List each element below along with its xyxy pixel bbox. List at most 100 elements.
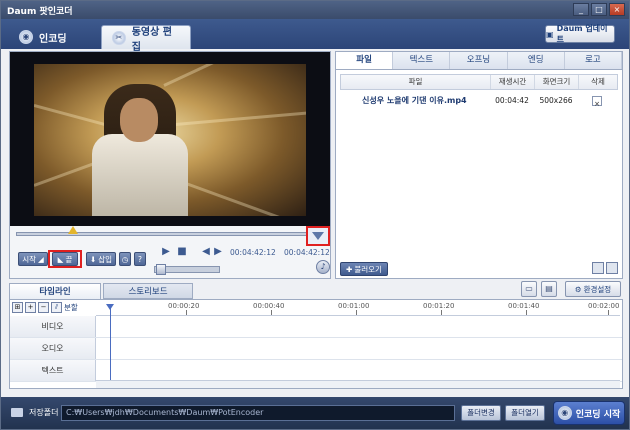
file-name: 신성우 노을에 기댄 이유.mp4	[362, 96, 467, 105]
tab-storyboard[interactable]: 스토리보드	[103, 283, 193, 299]
end-marker-icon	[312, 232, 324, 240]
end-flag-icon: ◣	[57, 254, 64, 264]
save-folder-label: 저장폴더	[11, 407, 58, 418]
update-icon: ▣	[546, 29, 554, 39]
timeline-scrollbar[interactable]	[96, 380, 620, 388]
clock-icon: ◷	[121, 254, 129, 264]
help-label: ?	[138, 254, 142, 264]
end-label: 끝	[65, 254, 73, 264]
start-encoding-label: 인코딩 시작	[575, 409, 621, 420]
col-size: 화면크기	[535, 75, 579, 89]
timeline-area: ⊞ + − ⫽ 분할 00:00:20 00:00:40 00:01:00 00…	[9, 299, 623, 389]
tab-encoding-label: 인코딩	[39, 33, 67, 45]
col-file: 파일	[341, 75, 491, 89]
speaker-icon[interactable]: ♪	[316, 260, 330, 274]
position-slider-knob[interactable]	[156, 264, 166, 275]
col-duration: 재생시간	[491, 75, 535, 89]
track-label: 비디오	[10, 316, 96, 337]
save-folder-text: 저장폴더	[29, 408, 59, 417]
split-icon: ⫽	[51, 302, 62, 313]
ruler-tick: 00:01:20	[423, 302, 455, 310]
file-duration: 00:04:42	[495, 96, 529, 105]
start-encoding-button[interactable]: ◉ 인코딩 시작	[553, 401, 625, 425]
timeline-playhead[interactable]	[106, 304, 114, 388]
encode-start-icon: ◉	[557, 406, 572, 420]
title-bar: Daum 팟인코더 _ □ ×	[1, 1, 629, 19]
delete-cell: ×	[578, 94, 616, 108]
minimize-button[interactable]: _	[573, 3, 589, 16]
next-frame-icon[interactable]: ▶	[212, 246, 224, 258]
playback-controls: 시작 ◢ ◣ 끝 ⬇ 삽입 ◷ ? ▶ ■ ◀ ▶ 00:04:42:12 00…	[16, 246, 330, 276]
prev-frame-icon[interactable]: ◀	[200, 246, 212, 258]
video-preview-panel: 시작 ◢ ◣ 끝 ⬇ 삽입 ◷ ? ▶ ■ ◀ ▶ 00:04:42:12 00…	[9, 51, 331, 279]
fit-icon[interactable]: ⊞	[12, 302, 23, 313]
video-frame-image	[34, 64, 306, 216]
folder-small-icon	[11, 408, 23, 417]
end-point-button[interactable]: ◣ 끝	[52, 252, 78, 266]
total-time: 00:04:42:12	[284, 248, 330, 257]
flag-icon: ◢	[38, 254, 44, 264]
start-marker-icon[interactable]	[68, 226, 78, 234]
clock-button[interactable]: ◷	[119, 252, 131, 266]
current-time: 00:04:42:12	[230, 248, 276, 257]
window-title: Daum 팟인코더	[7, 7, 73, 17]
seek-bar[interactable]	[16, 232, 316, 236]
start-point-button[interactable]: 시작 ◢	[18, 252, 48, 266]
close-button[interactable]: ×	[609, 3, 625, 16]
stop-icon[interactable]: ■	[176, 246, 188, 258]
folder-icon[interactable]: ▭	[521, 281, 537, 297]
video-viewport	[10, 52, 330, 226]
ruler-tick: 00:01:40	[508, 302, 540, 310]
zoom-in-icon[interactable]: +	[25, 302, 36, 313]
gear-icon: ⚙	[574, 284, 582, 294]
open-folder-button[interactable]: 폴더열기	[505, 405, 545, 421]
settings-button[interactable]: ⚙ 환경설정	[565, 281, 621, 297]
ruler-tick: 00:00:40	[253, 302, 285, 310]
split-button[interactable]: ⫽ 분할	[51, 302, 78, 313]
timeline-tools: ⊞ + − ⫽ 분할	[12, 302, 78, 313]
daum-update-button[interactable]: ▣ Daum 업데이트	[545, 24, 615, 44]
tab-ending[interactable]: 엔딩	[508, 52, 565, 69]
time-ruler[interactable]: 00:00:20 00:00:40 00:01:00 00:01:20 00:0…	[96, 300, 620, 316]
tab-file[interactable]: 파일	[336, 52, 394, 69]
track-video[interactable]: › 비디오	[10, 316, 622, 338]
save-path-field[interactable]: C:₩Users₩jdh₩Documents₩Daum₩PotEncoder	[61, 405, 455, 421]
grid-view-icon[interactable]	[606, 262, 618, 274]
help-button[interactable]: ?	[134, 252, 146, 266]
track-label: 텍스트	[10, 360, 96, 381]
ruler-tick: 00:02:00	[588, 302, 620, 310]
maximize-button[interactable]: □	[591, 3, 607, 16]
change-folder-button[interactable]: 폴더변경	[461, 405, 501, 421]
window-controls: _ □ ×	[573, 3, 625, 16]
ruler-tick: 00:00:20	[168, 302, 200, 310]
ruler-tick: 00:01:00	[338, 302, 370, 310]
tab-timeline[interactable]: 타임라인	[9, 283, 101, 299]
bottom-bar: 저장폴더 C:₩Users₩jdh₩Documents₩Daum₩PotEnco…	[1, 397, 629, 429]
tab-video-edit[interactable]: ✂ 동영상 편집	[101, 25, 191, 53]
load-file-button[interactable]: ✚ 불러오기	[340, 262, 388, 276]
play-icon[interactable]: ▶	[160, 246, 172, 258]
tab-opening[interactable]: 오프닝	[450, 52, 508, 69]
main-tab-bar: ◉ 인코딩 ✂ 동영상 편집 ▣ Daum 업데이트	[1, 19, 629, 53]
table-row[interactable]: 신성우 노을에 기댄 이유.mp4 00:04:42 500x266 ×	[340, 94, 618, 108]
zoom-out-icon[interactable]: −	[38, 302, 49, 313]
start-label: 시작	[22, 254, 37, 264]
load-file-label: 불러오기	[354, 264, 382, 274]
list-view-icon[interactable]	[592, 262, 604, 274]
tab-logo[interactable]: 로고	[565, 52, 623, 69]
tab-video-edit-label: 동영상 편집	[131, 26, 172, 53]
file-size: 500x266	[539, 96, 573, 105]
insert-button[interactable]: ⬇ 삽입	[86, 252, 116, 266]
tab-text[interactable]: 텍스트	[393, 52, 451, 69]
insert-label: 삽입	[98, 254, 113, 264]
save-icon[interactable]: ▤	[541, 281, 557, 297]
track-text[interactable]: › 텍스트	[10, 360, 622, 382]
plus-icon: ✚	[346, 264, 353, 274]
encoding-icon: ◉	[19, 30, 33, 44]
track-label: 오디오	[10, 338, 96, 359]
split-label: 분할	[64, 303, 78, 312]
end-marker-highlight[interactable]	[306, 226, 330, 246]
tab-encoding[interactable]: ◉ 인코딩	[9, 25, 93, 49]
track-audio[interactable]: › 오디오	[10, 338, 622, 360]
delete-file-button[interactable]: ×	[592, 96, 602, 108]
